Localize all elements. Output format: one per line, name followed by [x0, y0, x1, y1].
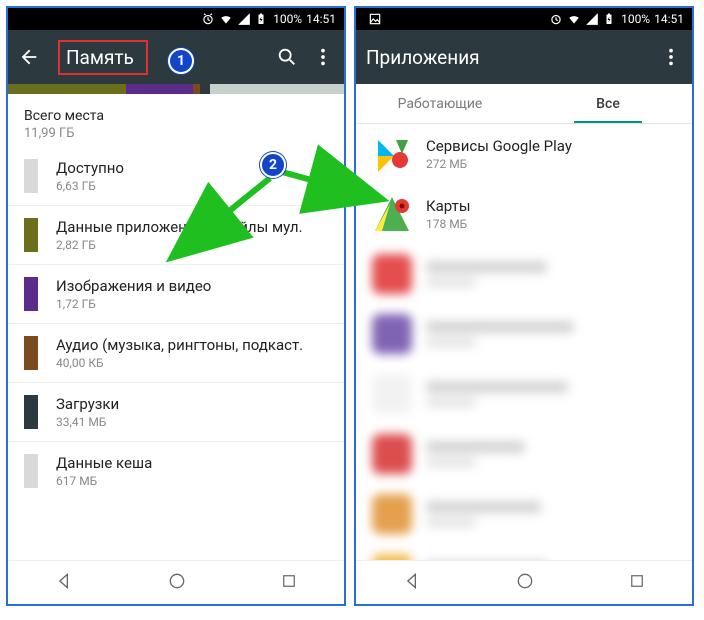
annotation-badge-2: 2 — [260, 152, 286, 178]
nav-home-icon[interactable] — [515, 571, 535, 595]
app-icon-placeholder — [372, 374, 412, 414]
nav-recent-icon[interactable] — [280, 572, 298, 594]
storage-item[interactable]: Загрузки 33,41 МБ — [8, 382, 344, 441]
battery-percent: 100% — [621, 12, 650, 26]
storage-item-value: 33,41 МБ — [56, 415, 119, 429]
annotation-badge-1: 1 — [168, 48, 194, 74]
phone-right-apps: 100% 14:51 Приложения Работающие Все Сер… — [354, 6, 694, 606]
app-icon-placeholder — [372, 254, 412, 294]
page-title: Память — [58, 40, 148, 75]
battery-percent: 100% — [273, 12, 302, 26]
app-item-size: 272 МБ — [426, 157, 572, 171]
app-item-size: 178 МБ — [426, 217, 471, 231]
storage-list: Доступно 6,63 ГБ Данные приложений и фай… — [8, 147, 344, 560]
app-icon-placeholder — [372, 314, 412, 354]
storage-item-label: Аудио (музыка, рингтоны, подкаст. — [56, 336, 303, 354]
app-item-blurred — [356, 544, 692, 560]
status-bar: 100% 14:51 — [8, 8, 344, 30]
signal-icon — [237, 12, 251, 26]
back-icon[interactable] — [18, 46, 40, 68]
nav-recent-icon[interactable] — [628, 572, 646, 594]
app-list: Сервисы Google Play 272 МБ Карты 178 МБ — [356, 124, 692, 560]
search-icon[interactable] — [276, 46, 298, 68]
phone-left-storage: 100% 14:51 Память Всего места 11 — [6, 6, 346, 606]
storage-item-value: 40,00 КБ — [56, 356, 303, 370]
nav-back-icon[interactable] — [402, 571, 422, 595]
storage-usage-bar — [8, 84, 344, 94]
alarm-icon — [201, 12, 215, 26]
storage-item-value: 617 МБ — [56, 474, 152, 488]
maps-icon — [372, 194, 412, 234]
clock: 14:51 — [306, 12, 336, 26]
storage-total-value: 11,99 ГБ — [24, 126, 328, 141]
storage-total-label: Всего места — [24, 108, 328, 124]
app-icon-placeholder — [372, 494, 412, 534]
storage-swatch — [24, 159, 38, 193]
app-icon-placeholder — [372, 434, 412, 474]
app-item-blurred — [356, 304, 692, 364]
tab-running[interactable]: Работающие — [356, 84, 524, 123]
page-title: Приложения — [366, 46, 646, 69]
battery-icon — [603, 12, 617, 26]
storage-item[interactable]: Данные приложений и файлы мул. 2,82 ГБ — [8, 205, 344, 264]
screenshot-icon — [368, 12, 382, 26]
storage-swatch — [24, 336, 38, 370]
storage-item-value: 1,72 ГБ — [56, 297, 211, 311]
storage-item[interactable]: Данные кеша 617 МБ — [8, 441, 344, 500]
tabs: Работающие Все — [356, 84, 692, 124]
signal-icon — [585, 12, 599, 26]
wifi-icon — [219, 12, 233, 26]
app-icon-placeholder — [372, 554, 412, 560]
status-bar: 100% 14:51 — [356, 8, 692, 30]
tab-all[interactable]: Все — [524, 84, 692, 123]
storage-item-value: 6,63 ГБ — [56, 179, 124, 193]
storage-swatch — [24, 395, 38, 429]
overflow-menu-icon[interactable] — [660, 46, 682, 68]
play-services-icon — [372, 134, 412, 174]
storage-item[interactable]: Изображения и видео 1,72 ГБ — [8, 264, 344, 323]
storage-item-label: Загрузки — [56, 395, 119, 413]
app-item-label: Сервисы Google Play — [426, 137, 572, 155]
battery-icon — [255, 12, 269, 26]
wifi-icon — [567, 12, 581, 26]
appbar-apps: Приложения — [356, 30, 692, 84]
storage-total: Всего места 11,99 ГБ — [8, 94, 344, 147]
app-item[interactable]: Сервисы Google Play 272 МБ — [356, 124, 692, 184]
storage-swatch — [24, 454, 38, 488]
storage-swatch — [24, 218, 38, 252]
navbar — [8, 560, 344, 604]
storage-item[interactable]: Доступно 6,63 ГБ — [8, 147, 344, 205]
storage-item-label: Изображения и видео — [56, 277, 211, 295]
clock: 14:51 — [654, 12, 684, 26]
storage-item[interactable]: Аудио (музыка, рингтоны, подкаст. 40,00 … — [8, 323, 344, 382]
storage-item-value: 2,82 ГБ — [56, 238, 303, 252]
app-item-blurred — [356, 484, 692, 544]
storage-item-label: Данные кеша — [56, 454, 152, 472]
app-item-label: Карты — [426, 197, 471, 215]
overflow-menu-icon[interactable] — [312, 46, 334, 68]
app-item-blurred — [356, 424, 692, 484]
navbar — [356, 560, 692, 604]
app-item-blurred — [356, 364, 692, 424]
nav-back-icon[interactable] — [54, 571, 74, 595]
alarm-icon — [549, 12, 563, 26]
storage-item-label: Данные приложений и файлы мул. — [56, 218, 303, 236]
storage-item-label: Доступно — [56, 159, 124, 177]
app-item[interactable]: Карты 178 МБ — [356, 184, 692, 244]
storage-swatch — [24, 277, 38, 311]
app-item-blurred — [356, 244, 692, 304]
nav-home-icon[interactable] — [167, 571, 187, 595]
